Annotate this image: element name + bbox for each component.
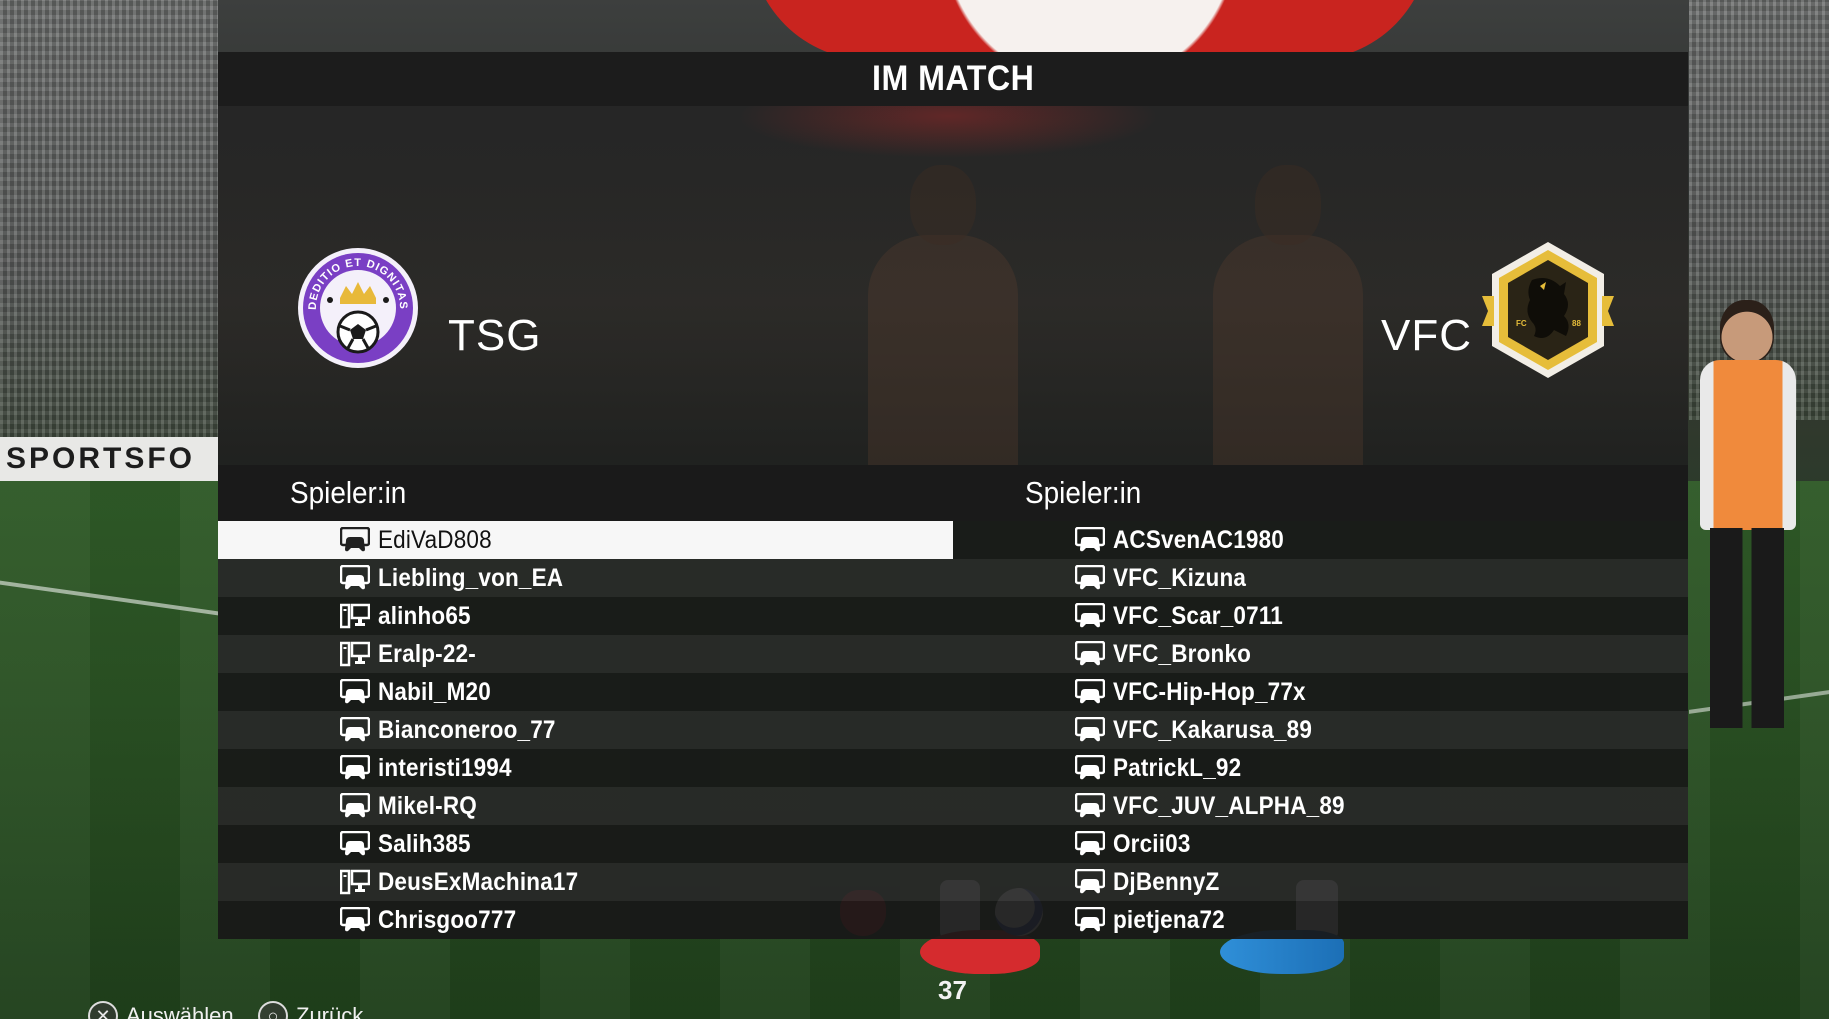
player-name: Salih385 [378,829,471,858]
player-row[interactable]: PatrickL_92 [953,749,1688,787]
player-row[interactable]: Liebling_von_EA [218,559,953,597]
player-name: Eralp-22- [378,639,476,668]
player-row[interactable]: Chrisgoo777 [218,901,953,939]
player-name: VFC_Kakarusa_89 [1113,715,1313,744]
svg-text:FC: FC [1516,319,1527,328]
svg-text:88: 88 [1572,319,1581,328]
teams-banner: DEDITIO ET DIGNITAS TSG VFC FC 88 [218,106,1688,465]
pc-icon [340,869,370,895]
player-name: PatrickL_92 [1113,753,1242,782]
panel-header: IM MATCH [218,52,1688,106]
player-name: VFC_Bronko [1113,639,1252,668]
player-row[interactable]: alinho65 [218,597,953,635]
player-name: VFC_Scar_0711 [1113,601,1283,630]
player-row[interactable]: VFC_Bronko [953,635,1688,673]
player-row[interactable]: EdiVaD808 [218,521,953,559]
console-icon [1075,603,1105,629]
player-row[interactable]: VFC_Kizuna [953,559,1688,597]
circle-button-icon: ○ [258,1001,288,1019]
player-name: interisti1994 [378,753,512,782]
pc-icon [340,603,370,629]
back-hint-label: Zurück [296,1003,364,1019]
player-name: pietjena72 [1113,905,1225,934]
cross-button-icon: ✕ [88,1001,118,1019]
away-player-list: ACSvenAC1980 VFC_Kizuna VFC_Scar_0711 VFC_B… [953,521,1688,939]
player-name: Mikel-RQ [378,791,477,820]
player-name: alinho65 [378,601,471,630]
home-column-header: Spieler:in [290,475,407,510]
player-row[interactable]: Nabil_M20 [218,673,953,711]
player-bib [1700,360,1796,530]
page-title: IM MATCH [871,59,1035,98]
player-name: EdiVaD808 [378,525,492,554]
match-timer: 37 [938,975,967,1005]
stadium-emblem [750,0,1430,60]
player-name: Orcii03 [1113,829,1191,858]
player-legs [1710,528,1784,728]
console-icon [1075,869,1105,895]
console-icon [340,831,370,857]
player-name: VFC-Hip-Hop_77x [1113,677,1306,706]
console-icon [1075,793,1105,819]
player-name: ACSvenAC1980 [1113,525,1284,554]
away-team-crest-icon: FC 88 [1480,238,1616,382]
crowd-left [0,0,218,460]
console-icon [340,565,370,591]
player-row[interactable]: ACSvenAC1980 [953,521,1688,559]
home-team-crest-icon: DEDITIO ET DIGNITAS [296,246,420,370]
select-hint-label: Auswählen [126,1003,234,1019]
player-name: Liebling_von_EA [378,563,564,592]
player-name: Nabil_M20 [378,677,491,706]
player-name: VFC_JUV_ALPHA_89 [1113,791,1345,820]
back-hint[interactable]: ○ Zurück [258,1001,363,1019]
player-name: Bianconeroo_77 [378,715,556,744]
banner-player-silhouette [1213,165,1363,465]
player-row[interactable]: Orcii03 [953,825,1688,863]
player-row[interactable]: Bianconeroo_77 [218,711,953,749]
player-row[interactable]: DjBennyZ [953,863,1688,901]
player-head [1720,300,1774,362]
player-row[interactable]: VFC-Hip-Hop_77x [953,673,1688,711]
advertising-board: SPORTSFO [0,437,218,481]
home-team-name: TSG [448,311,542,360]
console-icon [1075,755,1105,781]
background-player [1690,300,1800,740]
player-row[interactable]: VFC_Kakarusa_89 [953,711,1688,749]
away-column-header: Spieler:in [1025,475,1142,510]
player-row[interactable]: Salih385 [218,825,953,863]
banner-player-silhouette [868,165,1018,465]
player-name: VFC_Kizuna [1113,563,1247,592]
console-icon [340,793,370,819]
console-icon [340,907,370,933]
player-name: Chrisgoo777 [378,905,517,934]
player-row[interactable]: Eralp-22- [218,635,953,673]
console-icon [1075,717,1105,743]
console-icon [1075,679,1105,705]
away-team-name: VFC [1381,311,1472,360]
player-list-header: Spieler:in Spieler:in [218,465,1688,521]
pc-icon [340,641,370,667]
select-hint[interactable]: ✕ Auswählen [88,1001,234,1019]
player-name: DeusExMachina17 [378,867,579,896]
console-icon [340,527,370,553]
player-row[interactable]: VFC_JUV_ALPHA_89 [953,787,1688,825]
console-icon [1075,907,1105,933]
player-row[interactable]: DeusExMachina17 [218,863,953,901]
console-icon [1075,831,1105,857]
player-name: DjBennyZ [1113,867,1220,896]
player-row[interactable]: pietjena72 [953,901,1688,939]
in-match-panel: IM MATCH DEDITIO ET DIGNITAS TSG VFC FC … [218,52,1688,939]
console-icon [340,679,370,705]
console-icon [340,717,370,743]
player-row[interactable]: Mikel-RQ [218,787,953,825]
console-icon [1075,641,1105,667]
player-row[interactable]: interisti1994 [218,749,953,787]
home-player-list: EdiVaD808 Liebling_von_EA alinho65 Eralp-22… [218,521,953,939]
player-row[interactable]: VFC_Scar_0711 [953,597,1688,635]
console-icon [340,755,370,781]
console-icon [1075,527,1105,553]
console-icon [1075,565,1105,591]
